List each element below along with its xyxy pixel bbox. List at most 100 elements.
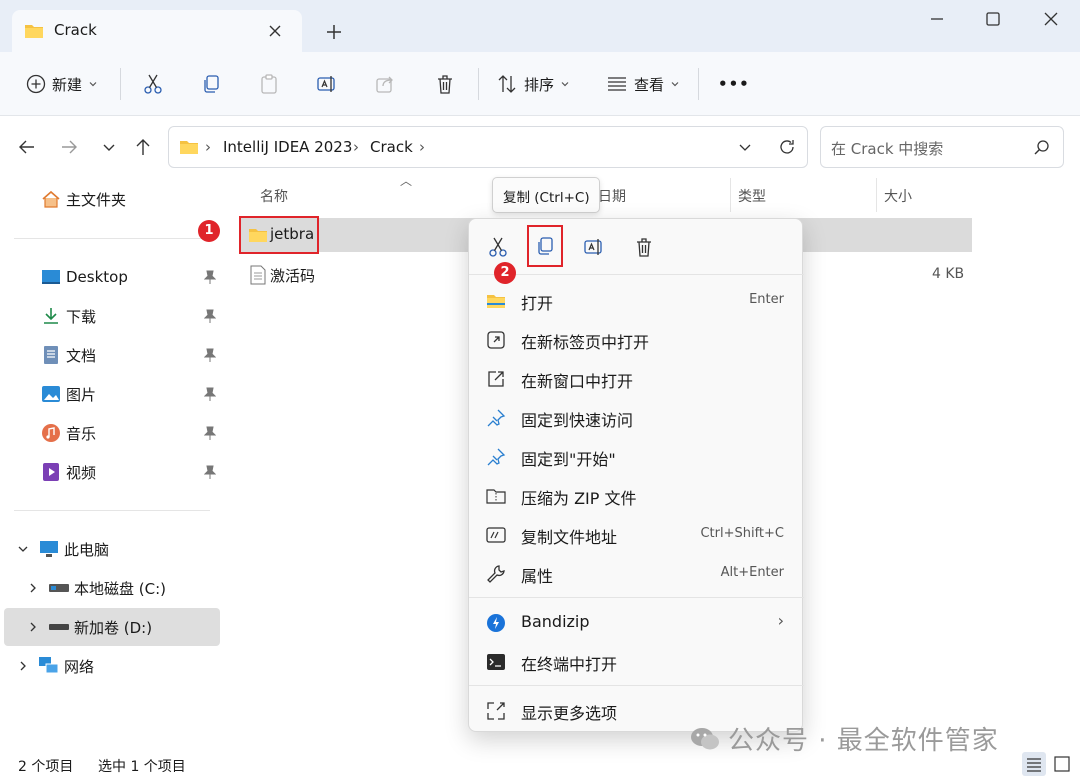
sidebar-item-label: 图片 xyxy=(66,385,97,404)
more-options-button[interactable]: ••• xyxy=(718,70,750,98)
up-button[interactable] xyxy=(132,136,154,158)
pin-icon xyxy=(485,407,507,429)
cut-button[interactable] xyxy=(142,70,164,98)
maximize-button[interactable] xyxy=(982,8,1004,30)
sidebar-item-downloads[interactable]: 下载 xyxy=(40,297,220,335)
folder-icon xyxy=(179,138,199,156)
address-dropdown-icon[interactable] xyxy=(737,139,753,155)
new-tab-button[interactable] xyxy=(322,20,346,44)
tab-crack[interactable]: Crack xyxy=(12,10,302,52)
menu-divider xyxy=(469,685,804,686)
menu-item-properties[interactable]: 属性 Alt+Enter xyxy=(469,554,804,593)
column-header-size[interactable]: 大小 xyxy=(884,186,912,206)
pin-icon[interactable] xyxy=(204,270,216,284)
menu-item-open[interactable]: 打开 Enter xyxy=(469,281,804,320)
minimize-button[interactable] xyxy=(926,8,948,30)
column-divider[interactable] xyxy=(730,178,731,212)
view-label: 查看 xyxy=(634,75,665,94)
sidebar-item-label: 本地磁盘 (C:) xyxy=(74,579,166,598)
sidebar-divider xyxy=(14,510,210,511)
close-window-button[interactable] xyxy=(1040,8,1062,30)
watermark-text: 公众号 · 最全软件管家 xyxy=(728,726,999,756)
chevron-right-icon[interactable] xyxy=(12,655,34,677)
view-button[interactable]: 查看 xyxy=(606,70,680,98)
search-input[interactable]: 在 Crack 中搜索 xyxy=(820,126,1064,168)
address-bar[interactable]: › IntelliJ IDEA 2023 › Crack › xyxy=(168,126,808,168)
breadcrumb-intellij[interactable]: IntelliJ IDEA 2023 xyxy=(223,138,352,156)
sidebar-item-label: 主文件夹 xyxy=(66,190,127,209)
menu-cut-button[interactable] xyxy=(483,232,513,262)
sidebar-item-drive-c[interactable]: 本地磁盘 (C:) xyxy=(22,569,220,607)
share-icon xyxy=(374,73,396,95)
sidebar-item-videos[interactable]: 视频 xyxy=(40,453,220,491)
pin-icon[interactable] xyxy=(204,309,216,323)
chevron-right-icon[interactable] xyxy=(22,577,44,599)
delete-button[interactable] xyxy=(434,70,456,98)
menu-delete-button[interactable] xyxy=(629,232,659,262)
sidebar-item-desktop[interactable]: Desktop xyxy=(40,258,220,296)
menu-item-compress-zip[interactable]: 压缩为 ZIP 文件 xyxy=(469,476,804,515)
chevron-right-icon[interactable] xyxy=(22,616,44,638)
breadcrumb-crack[interactable]: Crack xyxy=(370,138,413,156)
menu-item-pin-quick-access[interactable]: 固定到快速访问 xyxy=(469,398,804,437)
menu-item-pin-start[interactable]: 固定到"开始" xyxy=(469,437,804,476)
plus-circle-icon xyxy=(26,74,46,94)
menu-item-open-new-tab[interactable]: 在新标签页中打开 xyxy=(469,320,804,359)
paste-button[interactable] xyxy=(258,70,280,98)
scissors-icon xyxy=(142,73,164,95)
copy-tooltip: 复制 (Ctrl+C) xyxy=(492,177,600,213)
menu-item-open-terminal[interactable]: 在终端中打开 xyxy=(469,642,804,681)
menu-rename-button[interactable] xyxy=(579,232,609,262)
new-button[interactable]: 新建 xyxy=(26,70,98,98)
details-view-button[interactable] xyxy=(1022,752,1046,776)
desktop-icon xyxy=(40,266,62,288)
pin-icon[interactable] xyxy=(204,348,216,362)
sidebar-item-network[interactable]: 网络 xyxy=(12,647,228,685)
rename-button[interactable] xyxy=(316,70,338,98)
chevron-down-icon[interactable] xyxy=(12,538,34,560)
menu-item-bandizip[interactable]: Bandizip › xyxy=(469,603,804,642)
sidebar-item-pictures[interactable]: 图片 xyxy=(40,375,220,413)
sidebar-item-home[interactable]: 主文件夹 xyxy=(40,180,216,218)
trash-icon xyxy=(434,73,456,95)
sidebar-item-label: 网络 xyxy=(64,657,95,676)
menu-item-open-new-window[interactable]: 在新窗口中打开 xyxy=(469,359,804,398)
item-count: 2 个项目 xyxy=(18,759,74,775)
refresh-icon[interactable] xyxy=(777,137,797,157)
column-header-type[interactable]: 类型 xyxy=(738,186,766,206)
pin-icon[interactable] xyxy=(204,426,216,440)
search-icon xyxy=(1033,139,1051,157)
column-header-date[interactable]: 日期 xyxy=(598,186,626,206)
sort-button[interactable]: 排序 xyxy=(496,70,570,98)
pin-icon[interactable] xyxy=(204,387,216,401)
sidebar-item-drive-d[interactable]: 新加卷 (D:) xyxy=(4,608,220,646)
sidebar-divider xyxy=(14,238,210,239)
chevron-right-icon: › xyxy=(419,138,425,156)
sidebar-item-this-pc[interactable]: 此电脑 xyxy=(12,530,228,568)
menu-item-copy-path[interactable]: 复制文件地址 Ctrl+Shift+C xyxy=(469,515,804,554)
menu-item-shortcut: Alt+Enter xyxy=(720,565,784,580)
chevron-down-icon xyxy=(560,79,570,89)
wechat-icon xyxy=(690,726,720,752)
column-divider[interactable] xyxy=(876,178,877,212)
folder-icon xyxy=(485,290,507,312)
share-button[interactable] xyxy=(374,70,396,98)
close-tab-icon[interactable] xyxy=(266,22,284,40)
file-name: 激活码 xyxy=(270,267,316,285)
pin-icon[interactable] xyxy=(204,465,216,479)
sidebar-item-label: 此电脑 xyxy=(64,540,110,559)
copy-button[interactable] xyxy=(200,70,222,98)
tiles-view-button[interactable] xyxy=(1050,752,1074,776)
forward-button[interactable] xyxy=(58,136,80,158)
column-header-name[interactable]: 名称 xyxy=(260,186,288,206)
recent-locations-button[interactable] xyxy=(98,136,120,158)
menu-copy-button[interactable] xyxy=(527,225,563,267)
sidebar-item-music[interactable]: 音乐 xyxy=(40,414,220,452)
new-tab-icon xyxy=(485,329,507,351)
sidebar-item-documents[interactable]: 文档 xyxy=(40,336,220,374)
tab-label: Crack xyxy=(54,21,97,39)
back-button[interactable] xyxy=(16,136,38,158)
home-icon xyxy=(40,188,62,210)
menu-item-label: 打开 xyxy=(521,294,554,313)
text-file-icon xyxy=(250,265,266,285)
